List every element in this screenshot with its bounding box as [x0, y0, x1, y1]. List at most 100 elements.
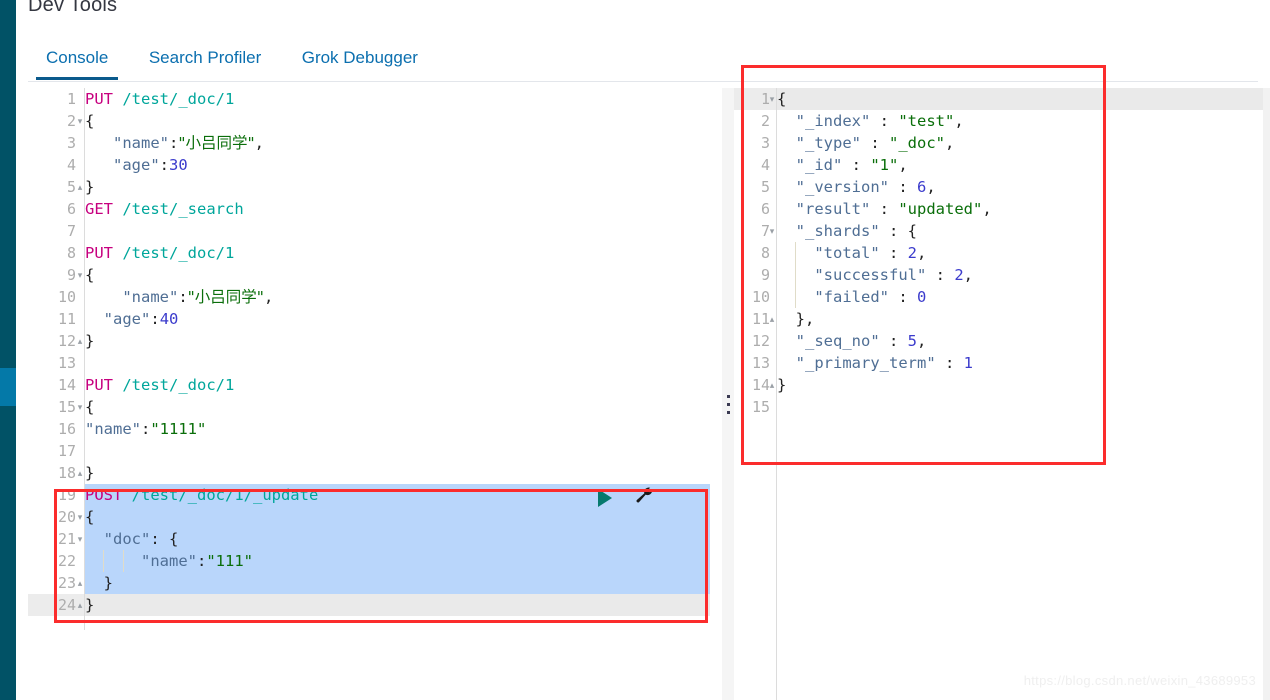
dev-tools-tabs: Console Search Profiler Grok Debugger	[28, 36, 436, 82]
code-line[interactable]: "_type" : "_doc",	[777, 132, 1270, 154]
line-number: 13	[751, 354, 770, 372]
request-row-actions[interactable]	[598, 485, 654, 510]
code-token: "total"	[814, 244, 880, 262]
code-line[interactable]: }	[777, 374, 1270, 396]
code-token: "_doc"	[889, 134, 945, 152]
code-token: "_seq_no"	[795, 332, 880, 350]
code-line[interactable]: }	[85, 330, 710, 352]
code-line[interactable]: "name":"111"	[85, 550, 710, 572]
response-scrollbar[interactable]	[1263, 88, 1270, 700]
code-line[interactable]: {	[85, 396, 710, 418]
code-line[interactable]: GET /test/_search	[85, 198, 710, 220]
tab-search-profiler[interactable]: Search Profiler	[131, 36, 279, 80]
request-editor-code[interactable]: PUT /test/_doc/1{ "name":"小吕同学", "age":3…	[85, 88, 710, 700]
code-line[interactable]: {	[777, 88, 1270, 110]
code-token: }	[777, 376, 787, 394]
line-number: 18	[57, 464, 76, 482]
tab-grok-debugger[interactable]: Grok Debugger	[284, 36, 436, 80]
code-line[interactable]: "_version" : 6,	[777, 176, 1270, 198]
global-nav-rail[interactable]	[0, 0, 16, 700]
code-line[interactable]: {	[85, 110, 710, 132]
line-number: 10	[751, 288, 770, 306]
code-line[interactable]: "name":"小吕同学",	[85, 286, 710, 308]
code-line[interactable]: "successful" : 2,	[777, 264, 1270, 286]
line-number: 19	[57, 486, 76, 504]
code-token: "1111"	[150, 420, 207, 438]
response-viewer-pane[interactable]: 1 ▾ 2 3 4 5 6 7 ▾ 8 9 10 11 ▴ 12 13 14 ▴ 15 { "_index" : "…	[734, 88, 1270, 700]
code-token: 40	[159, 310, 179, 328]
line-number: 21	[57, 530, 76, 548]
code-line[interactable]: "_id" : "1",	[777, 154, 1270, 176]
console-editor-area: 1 2 ▾ 3 4 5 ▴ 6 7 8 9 ▾ 10 11 12 ▴ 13 14 15 ▾ 16 17 18 ▴ 19 20 ▾ 21…	[28, 88, 1270, 700]
code-line[interactable]: "total" : 2,	[777, 242, 1270, 264]
code-token: :	[879, 244, 908, 262]
response-viewer-gutter[interactable]: 1 ▾ 2 3 4 5 6 7 ▾ 8 9 10 11 ▴ 12 13 14 ▴ 15	[734, 88, 777, 700]
code-token: {	[85, 266, 95, 284]
line-number: 4	[66, 156, 76, 174]
code-line[interactable]: "name":"1111"	[85, 418, 710, 440]
code-line[interactable]: "age":40	[85, 308, 710, 330]
code-token: :	[169, 134, 179, 152]
line-number: 15	[57, 398, 76, 416]
nav-rail-active-segment[interactable]	[0, 368, 16, 406]
code-line[interactable]: }	[85, 594, 710, 616]
tab-console[interactable]: Console	[28, 36, 126, 80]
code-line[interactable]: "name":"小吕同学",	[85, 132, 710, 154]
code-line[interactable]: PUT /test/_doc/1	[85, 88, 710, 110]
request-editor-pane[interactable]: 1 2 ▾ 3 4 5 ▴ 6 7 8 9 ▾ 10 11 12 ▴ 13 14 15 ▾ 16 17 18 ▴ 19 20 ▾ 21…	[28, 88, 710, 700]
code-line[interactable]: "_seq_no" : 5,	[777, 330, 1270, 352]
code-line[interactable]: }	[85, 176, 710, 198]
code-line[interactable]: "failed" : 0	[777, 286, 1270, 308]
response-viewer-code[interactable]: { "_index" : "test", "_type" : "_doc", "…	[777, 88, 1270, 700]
code-line[interactable]: "_primary_term" : 1	[777, 352, 1270, 374]
line-number: 3	[66, 134, 76, 152]
line-number: 14	[751, 376, 770, 394]
code-line[interactable]: "_index" : "test",	[777, 110, 1270, 132]
send-request-play-icon[interactable]	[598, 488, 612, 507]
code-line[interactable]	[85, 440, 710, 462]
request-options-wrench-icon[interactable]	[634, 485, 654, 510]
code-token: POST	[85, 486, 123, 504]
code-line[interactable]: PUT /test/_doc/1	[85, 242, 710, 264]
line-number: 12	[751, 332, 770, 350]
code-token: "name"	[113, 134, 169, 152]
line-number: 9	[760, 266, 770, 284]
code-line[interactable]: {	[85, 264, 710, 286]
code-line[interactable]: "age":30	[85, 154, 710, 176]
pane-splitter[interactable]	[722, 88, 734, 700]
code-line[interactable]: PUT /test/_doc/1	[85, 374, 710, 396]
code-line[interactable]	[85, 220, 710, 242]
code-line[interactable]: },	[777, 308, 1270, 330]
code-line[interactable]: "_shards" : {	[777, 220, 1270, 242]
line-number: 17	[57, 442, 76, 460]
code-line[interactable]: "result" : "updated",	[777, 198, 1270, 220]
code-token: :	[879, 332, 908, 350]
code-token: ,	[926, 178, 936, 196]
code-token: "age"	[113, 156, 160, 174]
code-token: ,	[263, 288, 274, 306]
watermark: https://blog.csdn.net/weixin_43689953	[1023, 673, 1256, 688]
code-token: /test/_search	[122, 200, 244, 218]
code-token: :	[935, 354, 964, 372]
request-editor-gutter[interactable]: 1 2 ▾ 3 4 5 ▴ 6 7 8 9 ▾ 10 11 12 ▴ 13 14 15 ▾ 16 17 18 ▴ 19 20 ▾ 21…	[28, 88, 85, 700]
code-line[interactable]: }	[85, 572, 710, 594]
splitter-handle-dot	[727, 395, 730, 398]
code-line[interactable]: "doc": {	[85, 528, 710, 550]
code-line[interactable]	[85, 352, 710, 374]
code-token: /test/_doc/1	[122, 90, 235, 108]
line-number: 1	[66, 90, 76, 108]
code-token: ,	[254, 134, 264, 152]
code-line[interactable]: }	[85, 462, 710, 484]
code-line[interactable]	[777, 396, 1270, 418]
code-token: ,	[982, 200, 992, 218]
line-number: 11	[751, 310, 770, 328]
code-token: 0	[916, 288, 927, 306]
indent-guide	[103, 550, 104, 572]
code-token: "name"	[141, 552, 197, 570]
code-token: :	[197, 552, 207, 570]
line-number: 1	[760, 90, 770, 108]
code-token: 1	[963, 354, 973, 372]
